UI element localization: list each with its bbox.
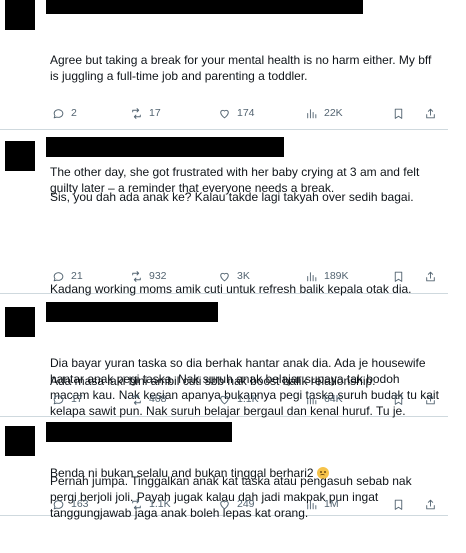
repost-icon — [132, 393, 141, 405]
heart-icon — [220, 272, 229, 281]
bookmark-button[interactable] — [392, 496, 411, 512]
like-count: 3K — [237, 270, 250, 282]
tweet-4[interactable]: Pernah jumpa. Tinggalkan anak kat taska … — [0, 416, 448, 520]
reply-icon — [53, 271, 64, 281]
avatar[interactable] — [5, 426, 35, 456]
reply-button[interactable]: 17 — [52, 391, 83, 407]
like-count: 1.1K — [237, 393, 259, 405]
share-button[interactable] — [424, 496, 443, 512]
like-count: 249 — [237, 498, 255, 510]
tweet-actions: 2 17 174 22K — [52, 105, 438, 121]
share-icon — [426, 271, 435, 281]
avatar[interactable] — [5, 141, 35, 171]
reply-button[interactable]: 2 — [52, 105, 77, 121]
views-button[interactable]: 64K — [305, 391, 343, 407]
views-count: 1M — [324, 498, 339, 510]
share-icon — [426, 108, 435, 118]
reply-icon — [53, 394, 64, 404]
like-button[interactable]: 1.1K — [218, 391, 259, 407]
share-icon — [426, 499, 435, 509]
tweet-3[interactable]: Dia bayar yuran taska so dia berhak hant… — [0, 293, 448, 418]
views-count: 64K — [324, 393, 343, 405]
views-count: 189K — [324, 270, 349, 282]
reply-button[interactable]: 21 — [52, 268, 83, 284]
reply-count: 21 — [71, 270, 83, 282]
tweet-paragraph: Agree but taking a break for your mental… — [50, 53, 435, 83]
bookmark-icon — [394, 108, 403, 119]
heart-icon — [220, 500, 229, 509]
repost-count: 932 — [149, 270, 167, 282]
like-button[interactable]: 249 — [218, 496, 255, 512]
repost-count: 17 — [149, 107, 161, 119]
tweet-2[interactable]: Sis, you dah ada anak ke? Kalau takde la… — [0, 129, 448, 480]
tweet-actions: 17 408 1.1K 64K — [52, 391, 438, 407]
tweet-1[interactable]: Agree but taking a break for your mental… — [0, 0, 448, 195]
views-icon — [307, 108, 317, 118]
repost-button[interactable]: 17 — [130, 105, 161, 121]
reply-count: 2 — [71, 107, 77, 119]
bookmark-button[interactable] — [392, 391, 411, 407]
repost-icon — [132, 498, 141, 510]
views-icon — [307, 499, 317, 509]
reply-count: 17 — [71, 393, 83, 405]
tweet-paragraph: Sis, you dah ada anak ke? Kalau takde la… — [50, 190, 414, 204]
tweet-paragraph: Dia bayar yuran taska so dia berhak hant… — [50, 356, 443, 418]
redacted-author-bar — [46, 137, 284, 157]
repost-icon — [132, 270, 141, 282]
repost-button[interactable]: 408 — [130, 391, 167, 407]
reply-icon — [53, 108, 64, 118]
reply-icon — [53, 499, 64, 509]
reply-button[interactable]: 163 — [52, 496, 89, 512]
avatar[interactable] — [5, 0, 35, 30]
views-button[interactable]: 22K — [305, 105, 343, 121]
bookmark-icon — [394, 499, 403, 510]
share-button[interactable] — [424, 391, 443, 407]
tweet-actions: 21 932 3K 189K — [52, 268, 438, 284]
avatar[interactable] — [5, 307, 35, 337]
views-button[interactable]: 189K — [305, 268, 349, 284]
bookmark-icon — [394, 394, 403, 405]
views-button[interactable]: 1M — [305, 496, 339, 512]
bookmark-button[interactable] — [392, 268, 411, 284]
repost-icon — [132, 107, 141, 119]
redacted-author-bar — [46, 0, 363, 14]
heart-icon — [220, 109, 229, 118]
share-icon — [426, 394, 435, 404]
repost-button[interactable]: 932 — [130, 268, 167, 284]
share-button[interactable] — [424, 268, 443, 284]
views-icon — [307, 271, 317, 281]
bookmark-button[interactable] — [392, 105, 411, 121]
reply-count: 163 — [71, 498, 89, 510]
like-count: 174 — [237, 107, 255, 119]
redacted-author-bar — [46, 302, 218, 322]
redacted-author-bar — [46, 422, 232, 442]
repost-count: 408 — [149, 393, 167, 405]
repost-button[interactable]: 1.1K — [130, 496, 171, 512]
tweet-actions: 163 1.1K 249 1M — [52, 496, 438, 512]
like-button[interactable]: 174 — [218, 105, 255, 121]
reply-feed: Agree but taking a break for your mental… — [0, 0, 448, 520]
heart-icon — [220, 395, 229, 404]
share-button[interactable] — [424, 105, 443, 121]
repost-count: 1.1K — [149, 498, 171, 510]
bookmark-icon — [394, 271, 403, 282]
views-icon — [307, 394, 317, 404]
views-count: 22K — [324, 107, 343, 119]
like-button[interactable]: 3K — [218, 268, 250, 284]
